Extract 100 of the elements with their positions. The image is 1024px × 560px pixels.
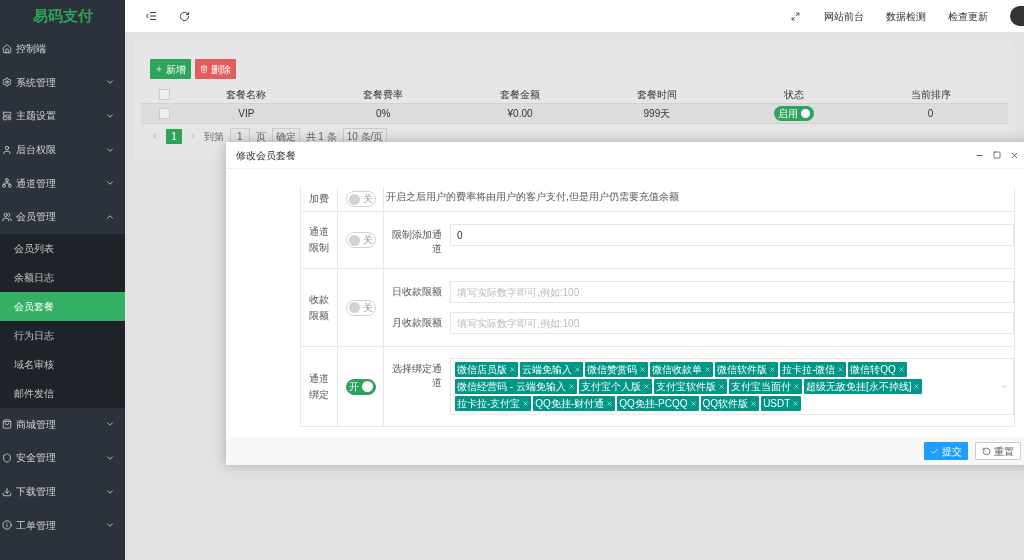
remove-icon[interactable] xyxy=(913,383,921,390)
channel-tag[interactable]: 云端免输入 xyxy=(520,362,583,377)
table-cell-text: ¥0.00 xyxy=(507,107,533,121)
column-header: 套餐费率 xyxy=(363,87,404,102)
toggle-switch[interactable]: 关 xyxy=(345,299,376,316)
channel-tag[interactable]: 超级无敌免挂[永不掉线] xyxy=(803,379,923,394)
header-link[interactable]: 网站前台 xyxy=(824,8,864,24)
column-header: 套餐金额 xyxy=(500,87,541,102)
remove-icon[interactable] xyxy=(689,400,697,407)
download-icon xyxy=(2,486,12,497)
channel-tag[interactable]: QQ免挂-财付通 xyxy=(533,396,616,411)
row-checkbox[interactable] xyxy=(158,108,170,119)
sidebar-subitem[interactable]: 行为日志 xyxy=(0,320,125,350)
channel-tag[interactable]: 微信软件版 xyxy=(715,362,778,377)
reset-button[interactable]: 重置 xyxy=(975,442,1021,460)
channel-tag[interactable]: 微信经营码 - 云端免输入 xyxy=(455,379,577,394)
toggle-switch[interactable]: 关 xyxy=(345,232,376,248)
sidebar-item[interactable]: 安全管理 xyxy=(0,441,125,475)
sidebar-subitem[interactable]: 会员列表 xyxy=(0,233,125,263)
plus-icon xyxy=(155,65,163,73)
table-cell-text: VIP xyxy=(238,107,255,121)
channel-tag[interactable]: QQ免挂-PCQQ xyxy=(617,396,699,411)
row-label: 收款限额 xyxy=(309,292,329,323)
remove-icon[interactable] xyxy=(567,383,575,390)
channel-tag[interactable]: 拉卡拉-微信 xyxy=(780,362,847,377)
fullscreen-icon[interactable] xyxy=(791,11,800,21)
reset-icon xyxy=(982,446,991,456)
header-link[interactable]: 数据检测 xyxy=(886,8,926,24)
sidebar-item[interactable]: 控制端 xyxy=(0,32,125,66)
channel-tag[interactable]: 微信收款单 xyxy=(650,362,713,377)
remove-icon[interactable] xyxy=(509,366,516,373)
channel-tag[interactable]: 微信赞赏码 xyxy=(585,362,648,377)
add-button[interactable]: 新增 xyxy=(150,59,191,79)
sidebar-subitem[interactable]: 会员套餐 xyxy=(0,291,125,321)
modal-title: 修改会员套餐 xyxy=(236,148,297,163)
field-label: 月收款限额 xyxy=(391,316,443,330)
header-checkbox[interactable] xyxy=(158,88,170,100)
sidebar-item[interactable]: 会员管理 xyxy=(0,199,125,234)
field-label: 日收款限额 xyxy=(391,285,443,299)
remove-icon[interactable] xyxy=(606,400,614,407)
delete-button[interactable]: 删除 xyxy=(195,59,236,79)
table-row[interactable]: VIP 0% ¥0.00 999天 启用 0 xyxy=(141,103,1008,124)
remove-icon[interactable] xyxy=(792,383,800,390)
row-label: 通道绑定 xyxy=(309,371,329,402)
channel-tag[interactable]: 微信店员版 xyxy=(455,362,518,377)
remove-icon[interactable] xyxy=(717,383,725,390)
sidebar-item[interactable]: 主题设置 xyxy=(0,99,125,133)
channel-tag[interactable]: 微信转QQ xyxy=(848,362,907,377)
shield-icon xyxy=(2,452,12,463)
remove-icon[interactable] xyxy=(897,366,905,373)
sidebar-item[interactable]: 商城管理 xyxy=(0,407,125,442)
maximize-icon[interactable] xyxy=(993,151,1001,159)
sidebar-item[interactable]: 后台权限 xyxy=(0,132,125,167)
toggle-switch[interactable]: 开 xyxy=(345,378,376,395)
next-page-icon[interactable] xyxy=(188,131,198,141)
home-icon xyxy=(2,43,12,54)
previous-page-icon[interactable] xyxy=(150,131,160,141)
sidebar-subitem[interactable]: 余额日志 xyxy=(0,262,125,292)
refresh-icon[interactable] xyxy=(179,10,190,22)
chevron-icon xyxy=(105,111,115,121)
sidebar-item[interactable]: 系统管理 xyxy=(0,65,125,100)
channel-tag[interactable]: 支付宝当面付 xyxy=(728,379,802,394)
channel-tag[interactable]: 支付宝软件版 xyxy=(653,379,727,394)
header-link[interactable]: 检查更新 xyxy=(948,8,988,24)
sidebar-item[interactable]: 工单管理 xyxy=(0,508,125,542)
info-icon xyxy=(2,520,12,531)
sidebar-subitem[interactable]: 邮件发信 xyxy=(0,378,125,408)
remove-icon[interactable] xyxy=(574,366,581,373)
remove-icon[interactable] xyxy=(769,366,776,373)
column-header: 当前排序 xyxy=(910,87,951,102)
goto-label: 到第 xyxy=(204,129,224,144)
multi-select[interactable]: 微信店员版 云端免输入 微信赞赏码 微信收款单 微信软件版 拉卡拉-微信 微信转QQ 微信经营码 - 云端免输入 支付宝个人版 支付宝软件版 支付宝当面付 超级无敌免挂[永不掉线] 拉卡拉-支付宝 QQ免挂-财付通 QQ免挂-PCQQ QQ软件版 USDT xyxy=(450,358,1014,415)
remove-icon[interactable] xyxy=(837,366,845,373)
network-icon xyxy=(2,178,12,189)
remove-icon[interactable] xyxy=(642,383,650,390)
page-button[interactable]: 1 xyxy=(166,128,182,144)
remove-icon[interactable] xyxy=(704,366,711,373)
dropdown-caret-icon[interactable] xyxy=(1000,382,1009,391)
input-field[interactable]: 0 xyxy=(450,224,1014,246)
sidebar-item[interactable]: 通道管理 xyxy=(0,166,125,200)
row-label: 通道限制 xyxy=(309,225,329,255)
channel-tag[interactable]: USDT xyxy=(761,396,802,411)
remove-icon[interactable] xyxy=(792,400,800,407)
remove-icon[interactable] xyxy=(750,400,758,407)
close-icon[interactable] xyxy=(1010,150,1019,160)
bag-icon xyxy=(2,419,12,430)
total-count: 共 1 条 xyxy=(305,129,337,144)
status-toggle[interactable]: 启用 xyxy=(773,106,814,121)
collapse-menu-icon[interactable] xyxy=(145,10,157,22)
submit-button[interactable]: 提交 xyxy=(924,442,968,460)
remove-icon[interactable] xyxy=(522,400,530,407)
toggle-switch[interactable]: 关 xyxy=(345,191,376,207)
remove-icon[interactable] xyxy=(639,366,646,373)
sidebar-subitem[interactable]: 域名审核 xyxy=(0,349,125,379)
channel-tag[interactable]: QQ软件版 xyxy=(700,396,760,411)
sidebar-item[interactable]: 下载管理 xyxy=(0,474,125,509)
column-header: 状态 xyxy=(783,87,804,102)
avatar[interactable] xyxy=(1010,6,1024,26)
channel-tag[interactable]: 支付宝个人版 xyxy=(578,379,652,394)
channel-tag[interactable]: 拉卡拉-支付宝 xyxy=(455,396,532,411)
